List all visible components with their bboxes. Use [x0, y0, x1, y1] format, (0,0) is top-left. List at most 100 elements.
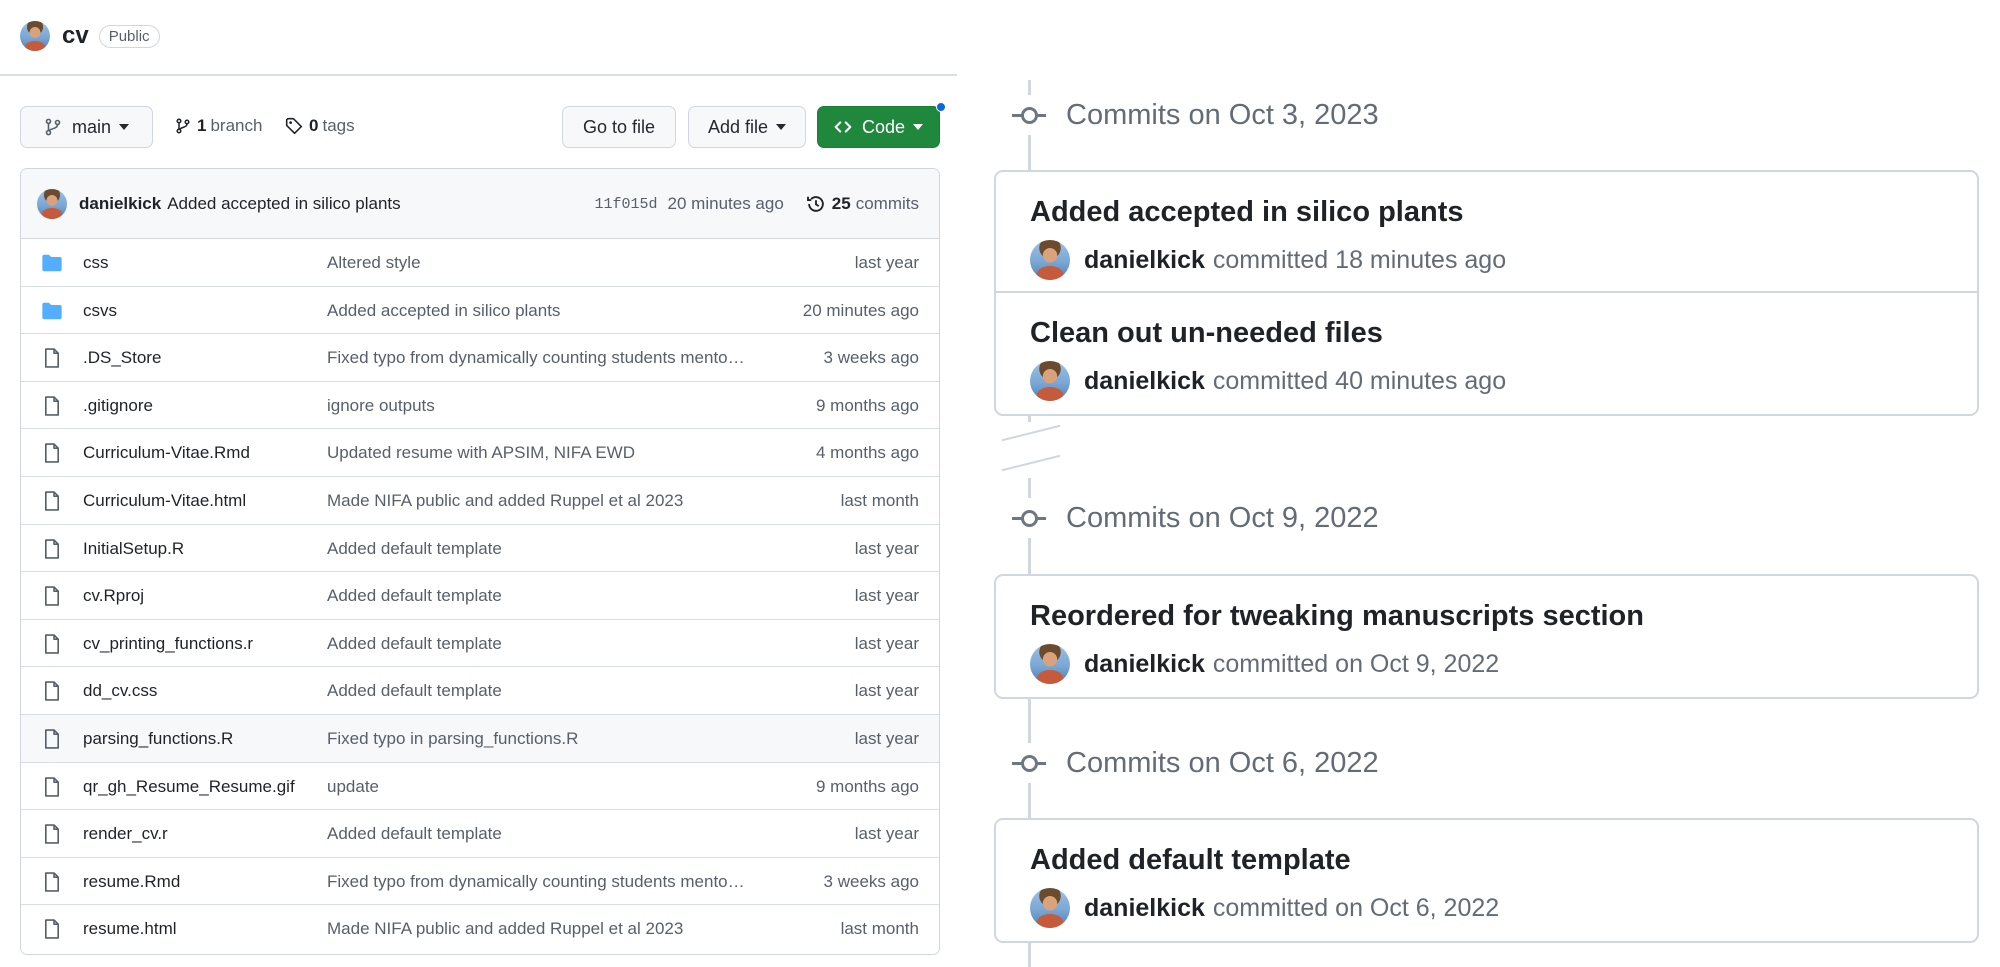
file-row[interactable]: resume.Rmd Fixed typo from dynamically co… — [21, 858, 939, 906]
file-icon — [41, 823, 63, 845]
file-name-link[interactable]: resume.html — [83, 919, 177, 939]
repo-name[interactable]: cv — [62, 22, 89, 50]
file-row[interactable]: InitialSetup.R Added default template last… — [21, 525, 939, 573]
file-row[interactable]: cv_printing_functions.r Added default tem… — [21, 620, 939, 668]
commit-item[interactable]: Added accepted in silico plants danielki… — [996, 172, 1977, 293]
file-name-link[interactable]: .gitignore — [83, 396, 153, 416]
file-commit-age: last year — [854, 728, 919, 748]
author-avatar[interactable] — [37, 188, 67, 219]
file-commit-message[interactable]: Made NIFA public and added Ruppel et al … — [327, 919, 767, 939]
file-name-link[interactable]: qr_gh_Resume_Resume.gif — [83, 777, 295, 797]
commit-author[interactable]: danielkick — [1084, 367, 1205, 396]
file-name-link[interactable]: Curriculum-Vitae.html — [83, 491, 246, 511]
file-row[interactable]: .DS_Store Fixed typo from dynamically cou… — [21, 334, 939, 382]
file-row[interactable]: render_cv.r Added default template last ye… — [21, 810, 939, 858]
file-commit-message[interactable]: Added default template — [327, 539, 767, 559]
author-avatar[interactable] — [1030, 240, 1070, 280]
file-row[interactable]: Curriculum-Vitae.Rmd Updated resume with … — [21, 429, 939, 477]
file-row[interactable]: .gitignore ignore outputs 9 months ago — [21, 382, 939, 430]
file-icon — [41, 680, 63, 702]
file-commit-age: last year — [854, 253, 919, 272]
git-commit-icon — [1012, 95, 1046, 135]
file-row[interactable]: qr_gh_Resume_Resume.gif update 9 months ag… — [21, 763, 939, 811]
file-commit-message[interactable]: Added default template — [327, 586, 767, 606]
file-name-link[interactable]: InitialSetup.R — [83, 539, 184, 559]
commit-time: committed on Oct 9, 2022 — [1212, 649, 1500, 678]
go-to-file-button[interactable]: Go to file — [562, 106, 676, 148]
commit-sha[interactable]: 11f015d — [595, 196, 658, 213]
commit-author[interactable]: danielkick — [79, 194, 161, 214]
commit-title[interactable]: Reordered for tweaking manuscripts secti… — [1030, 600, 1644, 633]
file-icon — [41, 442, 63, 464]
file-row[interactable]: cv.Rproj Added default template last year — [21, 572, 939, 620]
file-name-link[interactable]: render_cv.r — [83, 824, 168, 844]
commit-author[interactable]: danielkick — [1084, 650, 1205, 679]
history-icon — [806, 196, 824, 212]
file-name-link[interactable]: dd_cv.css — [83, 681, 157, 701]
file-name-link[interactable]: csvs — [83, 301, 117, 321]
commit-title[interactable]: Added accepted in silico plants — [1030, 196, 1464, 229]
file-commit-message[interactable]: update — [327, 777, 767, 797]
code-button[interactable]: Code — [817, 106, 940, 148]
branch-select-button[interactable]: main — [20, 106, 153, 148]
file-name-link[interactable]: css — [83, 253, 109, 273]
file-commit-message[interactable]: Fixed typo from dynamically counting stu… — [327, 348, 767, 368]
commit-item[interactable]: Added default template danielkick commit… — [996, 820, 1977, 941]
file-row[interactable]: Curriculum-Vitae.html Made NIFA public an… — [21, 477, 939, 525]
file-commit-message[interactable]: Added default template — [327, 824, 767, 844]
file-commit-age: 3 weeks ago — [823, 871, 919, 891]
file-commit-age: 9 months ago — [815, 776, 919, 796]
commit-author[interactable]: danielkick — [1084, 246, 1205, 275]
commit-author[interactable]: danielkick — [1084, 894, 1205, 923]
file-name-link[interactable]: parsing_functions.R — [83, 729, 233, 749]
tag-icon — [285, 117, 303, 135]
file-commit-message[interactable]: Updated resume with APSIM, NIFA EWD — [327, 443, 767, 463]
chevron-down-icon — [913, 124, 924, 130]
file-commit-age: 20 minutes ago — [802, 300, 919, 320]
commit-group-date: Commits on Oct 3, 2023 — [1066, 98, 1379, 131]
author-avatar[interactable] — [1030, 361, 1070, 401]
commit-item[interactable]: Reordered for tweaking manuscripts secti… — [996, 576, 1977, 697]
file-row[interactable]: resume.html Made NIFA public and added Ru… — [21, 905, 939, 953]
file-row[interactable]: parsing_functions.R Fixed typo in parsing… — [21, 714, 939, 763]
file-name-link[interactable]: .DS_Store — [83, 348, 161, 368]
file-name-link[interactable]: cv_printing_functions.r — [83, 634, 253, 654]
file-commit-message[interactable]: ignore outputs — [327, 396, 767, 416]
file-row[interactable]: csvs Added accepted in silico plants 20 mi… — [21, 287, 939, 335]
header-divider — [0, 74, 957, 76]
commit-meta: danielkick committed 18 minutes ago — [1030, 240, 1506, 280]
file-row[interactable]: dd_cv.css Added default template last year — [21, 667, 939, 715]
commit-item[interactable]: Clean out un-needed files danielkick com… — [996, 293, 1977, 414]
file-commit-message[interactable]: Fixed typo from dynamically counting stu… — [327, 872, 767, 892]
file-commit-age: last year — [854, 586, 919, 606]
git-commit-icon — [1012, 498, 1046, 538]
file-commit-age: 4 months ago — [815, 443, 919, 463]
file-commit-message[interactable]: Altered style — [327, 253, 767, 273]
commit-group-date: Commits on Oct 6, 2022 — [1066, 746, 1379, 779]
file-list: danielkick Added accepted in silico plan… — [20, 168, 940, 955]
owner-avatar[interactable] — [20, 21, 50, 51]
commit-title[interactable]: Clean out un-needed files — [1030, 317, 1383, 350]
add-file-button[interactable]: Add file — [688, 106, 806, 148]
branches-link[interactable]: 1 branch — [175, 116, 262, 136]
file-row[interactable]: css Altered style last year — [21, 239, 939, 287]
file-commit-message[interactable]: Made NIFA public and added Ruppel et al … — [327, 491, 767, 511]
file-commit-message[interactable]: Added accepted in silico plants — [327, 301, 767, 321]
commits-link[interactable]: 25 commits — [806, 194, 919, 214]
author-avatar[interactable] — [1030, 888, 1070, 928]
tags-link[interactable]: 0 tags — [285, 116, 355, 136]
git-branch-icon — [45, 118, 61, 136]
file-name-link[interactable]: resume.Rmd — [83, 872, 180, 892]
file-icon — [41, 538, 63, 560]
commit-meta: 11f015d 20 minutes ago 25 commits — [595, 169, 919, 239]
commit-title[interactable]: Added default template — [1030, 844, 1351, 877]
file-name-link[interactable]: Curriculum-Vitae.Rmd — [83, 443, 250, 463]
file-commit-message[interactable]: Added default template — [327, 681, 767, 701]
commit-meta: danielkick committed on Oct 6, 2022 — [1030, 888, 1499, 928]
file-commit-message[interactable]: Fixed typo in parsing_functions.R — [327, 729, 767, 749]
author-avatar[interactable] — [1030, 644, 1070, 684]
commit-message[interactable]: Added accepted in silico plants — [167, 194, 400, 214]
file-commit-message[interactable]: Added default template — [327, 634, 767, 654]
file-name-link[interactable]: cv.Rproj — [83, 586, 144, 606]
commit-group-header: Commits on Oct 3, 2023 — [1012, 95, 1379, 135]
